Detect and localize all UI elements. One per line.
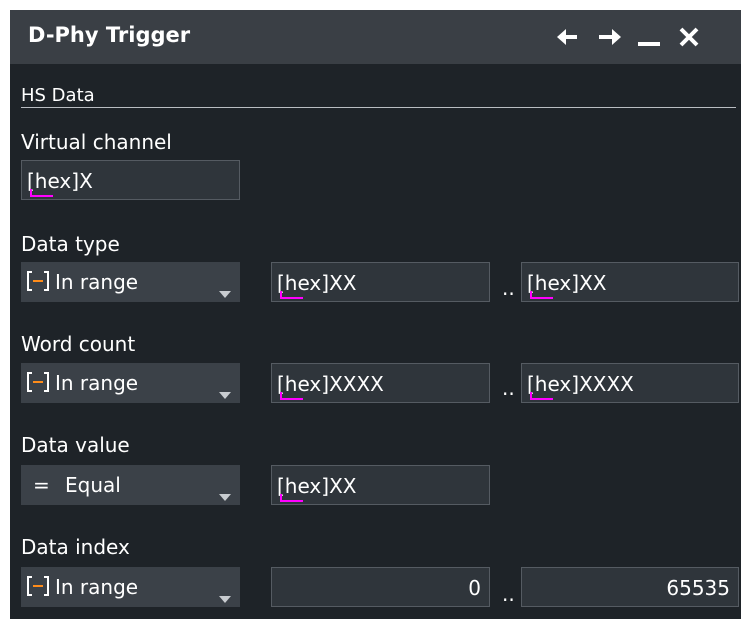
hex-marker — [532, 398, 553, 400]
range-icon — [26, 370, 50, 399]
word-count-from-input[interactable]: [hex]XXXX — [271, 363, 490, 403]
minimize-icon[interactable] — [634, 22, 664, 52]
word-count-label: Word count — [21, 332, 136, 356]
range-icon — [26, 269, 50, 298]
arrow-left-icon[interactable] — [554, 22, 584, 52]
virtual-channel-label: Virtual channel — [21, 130, 172, 154]
data-type-to-input[interactable]: [hex]XX — [521, 262, 739, 302]
data-type-label: Data type — [21, 232, 120, 256]
hex-marker — [32, 195, 53, 197]
chevron-down-icon — [219, 482, 231, 506]
dphy-trigger-dialog: D-Phy Trigger HS Data Virtual channel [h… — [10, 10, 741, 619]
range-separator: .. — [502, 276, 515, 300]
data-value-input[interactable]: [hex]XX — [271, 465, 490, 505]
range-icon — [26, 574, 50, 603]
data-index-label: Data index — [21, 535, 130, 559]
data-value-label: Data value — [21, 433, 130, 457]
equal-icon: = — [33, 473, 50, 497]
arrow-right-icon[interactable] — [594, 22, 624, 52]
title-bar: D-Phy Trigger — [10, 10, 741, 64]
data-type-from-input[interactable]: [hex]XX — [271, 262, 490, 302]
dialog-title: D-Phy Trigger — [28, 23, 191, 47]
range-separator: .. — [502, 376, 515, 400]
chevron-down-icon — [219, 584, 231, 608]
data-index-condition-select[interactable]: In range — [21, 567, 240, 607]
close-icon[interactable] — [674, 22, 704, 52]
hex-marker — [282, 500, 303, 502]
word-count-condition-select[interactable]: In range — [21, 363, 240, 403]
data-index-from-input[interactable]: 0 — [271, 567, 490, 607]
hex-marker — [282, 297, 303, 299]
word-count-to-input[interactable]: [hex]XXXX — [521, 363, 739, 403]
chevron-down-icon — [219, 279, 231, 303]
range-separator: .. — [502, 582, 515, 606]
data-index-to-input[interactable]: 65535 — [521, 567, 739, 607]
chevron-down-icon — [219, 380, 231, 404]
virtual-channel-input[interactable]: [hex]X — [21, 160, 240, 200]
hex-marker — [282, 398, 303, 400]
data-value-condition-select[interactable]: = Equal — [21, 465, 240, 505]
hex-marker — [532, 297, 553, 299]
section-header-hs-data: HS Data — [21, 85, 95, 106]
section-divider — [21, 107, 736, 108]
data-type-condition-select[interactable]: In range — [21, 262, 240, 302]
